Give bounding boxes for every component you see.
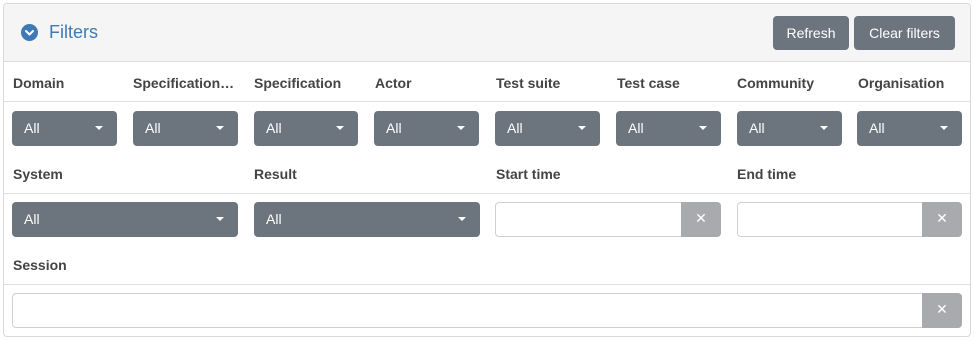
domain-dropdown[interactable]: All xyxy=(12,111,117,146)
clear-start-time-icon[interactable]: ✕ xyxy=(681,202,721,237)
test-case-value: All xyxy=(628,120,644,136)
clear-filters-button[interactable]: Clear filters xyxy=(854,16,955,50)
chevron-down-circle-icon[interactable] xyxy=(21,24,38,41)
test-suite-value: All xyxy=(507,120,523,136)
domain-value: All xyxy=(24,120,40,136)
system-value: All xyxy=(24,211,40,227)
panel-title[interactable]: Filters xyxy=(49,22,98,43)
specification-group-value: All xyxy=(145,120,161,136)
caret-down-icon xyxy=(820,126,828,130)
organisation-dropdown[interactable]: All xyxy=(857,111,962,146)
system-dropdown[interactable]: All xyxy=(12,202,238,237)
caret-down-icon xyxy=(95,126,103,130)
caret-down-icon xyxy=(216,126,224,130)
specification-label: Specification xyxy=(254,75,342,91)
caret-down-icon xyxy=(940,126,948,130)
organisation-value: All xyxy=(869,120,885,136)
caret-down-icon xyxy=(458,217,466,221)
result-dropdown[interactable]: All xyxy=(254,202,480,237)
result-label: Result xyxy=(254,166,297,182)
actor-value: All xyxy=(386,120,402,136)
test-case-dropdown[interactable]: All xyxy=(616,111,721,146)
session-input[interactable] xyxy=(12,293,923,328)
test-suite-label: Test suite xyxy=(496,75,561,91)
refresh-button[interactable]: Refresh xyxy=(773,16,849,50)
start-time-group: ✕ xyxy=(495,202,721,237)
community-value: All xyxy=(749,120,765,136)
caret-down-icon xyxy=(578,126,586,130)
filters-panel: Filters Refresh Clear filters Domain Spe… xyxy=(3,3,971,337)
end-time-group: ✕ xyxy=(737,202,963,237)
community-label: Community xyxy=(737,75,814,91)
caret-down-icon xyxy=(457,126,465,130)
caret-down-icon xyxy=(699,126,707,130)
test-suite-dropdown[interactable]: All xyxy=(495,111,600,146)
divider xyxy=(4,193,970,194)
end-time-label: End time xyxy=(737,166,797,182)
divider xyxy=(4,101,970,102)
community-dropdown[interactable]: All xyxy=(737,111,842,146)
specification-dropdown[interactable]: All xyxy=(254,111,358,146)
start-time-label: Start time xyxy=(496,166,561,182)
organisation-label: Organisation xyxy=(858,75,945,91)
caret-down-icon xyxy=(336,126,344,130)
specification-group-dropdown[interactable]: All xyxy=(133,111,238,146)
start-time-input[interactable] xyxy=(495,202,682,237)
session-group: ✕ xyxy=(12,293,963,328)
domain-label: Domain xyxy=(13,75,65,91)
specification-group-label: Specification… xyxy=(133,75,235,91)
system-label: System xyxy=(13,166,63,182)
session-label: Session xyxy=(13,257,67,273)
caret-down-icon xyxy=(216,217,224,221)
clear-end-time-icon[interactable]: ✕ xyxy=(922,202,962,237)
end-time-input[interactable] xyxy=(737,202,923,237)
panel-header: Filters Refresh Clear filters xyxy=(4,4,970,62)
actor-label: Actor xyxy=(375,75,412,91)
clear-session-icon[interactable]: ✕ xyxy=(922,293,962,328)
result-value: All xyxy=(266,211,282,227)
test-case-label: Test case xyxy=(617,75,680,91)
actor-dropdown[interactable]: All xyxy=(374,111,479,146)
specification-value: All xyxy=(266,120,282,136)
divider xyxy=(4,284,970,285)
